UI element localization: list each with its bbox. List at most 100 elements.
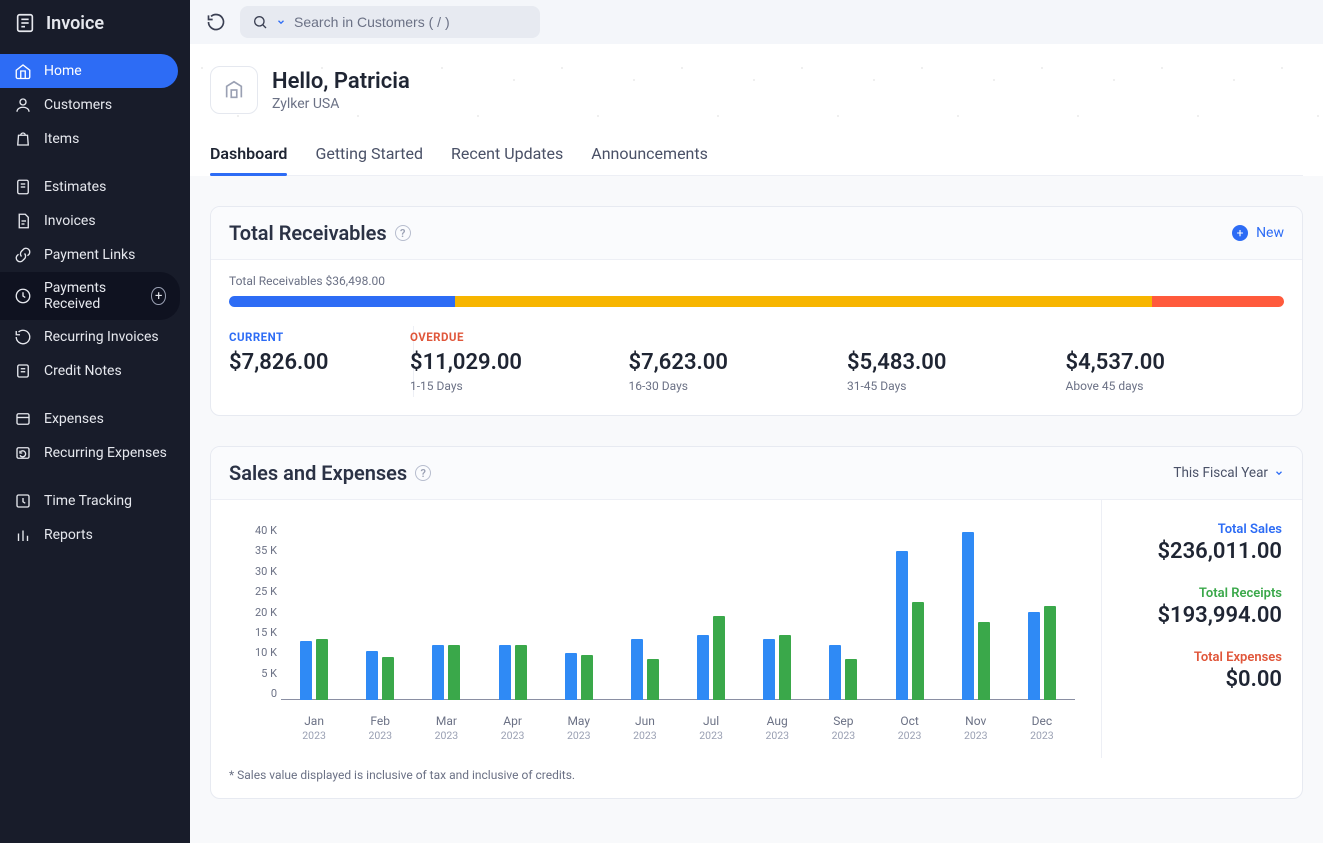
card-title: Total Receivables [229, 221, 387, 245]
x-tick: Feb2023 [347, 714, 413, 742]
help-icon[interactable]: ? [415, 465, 431, 481]
link-icon [14, 246, 32, 264]
bar-sales[interactable] [499, 645, 511, 700]
stat-value: $7,826.00 [229, 350, 409, 375]
search-box[interactable] [240, 6, 540, 38]
tab-getting-started[interactable]: Getting Started [315, 136, 423, 175]
chart-month-group [612, 524, 678, 700]
x-tick: Jan2023 [281, 714, 347, 742]
home-icon [14, 62, 32, 80]
sidebar-item-payment-links[interactable]: Payment Links [0, 238, 190, 272]
sidebar-item-reports[interactable]: Reports [0, 518, 190, 552]
tabs: Dashboard Getting Started Recent Updates… [210, 136, 1303, 176]
bar-sales[interactable] [697, 635, 709, 700]
bar-receipts[interactable] [316, 639, 328, 700]
sidebar-item-recurring-expenses[interactable]: Recurring Expenses [0, 436, 190, 470]
bar-sales[interactable] [631, 639, 643, 700]
search-icon [252, 14, 268, 30]
sidebar-item-time-tracking[interactable]: Time Tracking [0, 484, 190, 518]
stat-value: $4,537.00 [1066, 350, 1285, 375]
chart-y-axis: 40 K35 K30 K25 K20 K15 K10 K5 K0 [237, 524, 277, 700]
bar-sales[interactable] [1028, 612, 1040, 700]
bar-receipts[interactable] [515, 645, 527, 700]
stat-overdue-3: $5,483.00 31-45 Days [847, 330, 1066, 393]
stat-range: Above 45 days [1066, 379, 1285, 393]
progress-segment [455, 296, 774, 307]
sidebar-item-label: Invoices [44, 213, 96, 229]
expenses-icon [14, 410, 32, 428]
bar-receipts[interactable] [713, 616, 725, 700]
chevron-down-icon[interactable] [276, 17, 286, 27]
org-avatar[interactable] [210, 66, 258, 114]
sidebar-item-customers[interactable]: Customers [0, 88, 190, 122]
bar-sales[interactable] [432, 645, 444, 700]
brand: Invoice [0, 0, 190, 50]
x-tick: Jun2023 [612, 714, 678, 742]
stat-label [1066, 330, 1285, 344]
stat-label: CURRENT [229, 330, 409, 344]
sidebar-item-invoices[interactable]: Invoices [0, 204, 190, 238]
stat-value: $5,483.00 [847, 350, 1066, 375]
bar-sales[interactable] [962, 532, 974, 700]
sidebar-item-home[interactable]: Home [0, 54, 178, 88]
sidebar-item-expenses[interactable]: Expenses [0, 402, 190, 436]
sidebar-item-estimates[interactable]: Estimates [0, 170, 190, 204]
refresh-button[interactable] [202, 8, 230, 36]
bar-receipts[interactable] [1044, 606, 1056, 700]
bar-receipts[interactable] [581, 655, 593, 700]
tab-dashboard[interactable]: Dashboard [210, 136, 287, 175]
chart-month-group [678, 524, 744, 700]
chart-month-group [479, 524, 545, 700]
bar-sales[interactable] [300, 641, 312, 700]
bar-receipts[interactable] [647, 659, 659, 700]
bar-sales[interactable] [366, 651, 378, 700]
chart-bars [281, 524, 1075, 700]
period-select[interactable]: This Fiscal Year [1173, 465, 1284, 481]
bar-receipts[interactable] [845, 659, 857, 700]
bar-receipts[interactable] [382, 657, 394, 700]
sidebar-item-label: Time Tracking [44, 493, 132, 509]
x-tick: Oct2023 [876, 714, 942, 742]
invoice-icon [14, 212, 32, 230]
new-button[interactable]: + New [1232, 225, 1284, 241]
stat-range: 1-15 Days [410, 379, 629, 393]
search-input[interactable] [294, 14, 528, 30]
card-header: Sales and Expenses ? This Fiscal Year [211, 447, 1302, 500]
bar-receipts[interactable] [912, 602, 924, 700]
tab-announcements[interactable]: Announcements [591, 136, 708, 175]
chart-month-group [281, 524, 347, 700]
recurring-icon [14, 328, 32, 346]
receivables-subtitle: Total Receivables $36,498.00 [211, 260, 1302, 288]
x-tick: Aug2023 [744, 714, 810, 742]
estimate-icon [14, 178, 32, 196]
stat-range: 31-45 Days [847, 379, 1066, 393]
y-tick: 35 K [237, 544, 277, 557]
stat-value: $7,623.00 [629, 350, 848, 375]
sidebar: Invoice Home Customers Items Estima [0, 0, 190, 843]
tab-recent-updates[interactable]: Recent Updates [451, 136, 563, 175]
help-icon[interactable]: ? [395, 225, 411, 241]
sidebar-item-label: Credit Notes [44, 363, 122, 379]
sidebar-item-credit-notes[interactable]: Credit Notes [0, 354, 190, 388]
sidebar-item-label: Customers [44, 97, 112, 113]
chart-area: 40 K35 K30 K25 K20 K15 K10 K5 K0 Jan2023… [211, 500, 1102, 758]
bar-receipts[interactable] [978, 622, 990, 700]
sales-expenses-chart: 40 K35 K30 K25 K20 K15 K10 K5 K0 Jan2023… [237, 518, 1083, 748]
receivables-progress [229, 296, 1284, 307]
user-icon [14, 96, 32, 114]
plus-icon[interactable]: + [151, 287, 166, 305]
bar-receipts[interactable] [779, 635, 791, 700]
chart-month-group [744, 524, 810, 700]
bar-sales[interactable] [565, 653, 577, 700]
bar-sales[interactable] [763, 639, 775, 700]
bar-sales[interactable] [896, 551, 908, 700]
card-total-receivables: Total Receivables ? + New Total Receivab… [210, 206, 1303, 416]
sidebar-item-items[interactable]: Items [0, 122, 190, 156]
sidebar-item-recurring-invoices[interactable]: Recurring Invoices [0, 320, 190, 354]
sidebar-item-payments-received[interactable]: Payments Received + [0, 272, 180, 320]
sidebar-item-label: Recurring Invoices [44, 329, 159, 345]
nav-group-main: Home Customers Items [0, 50, 190, 166]
invoice-logo-icon [14, 12, 36, 34]
bar-sales[interactable] [829, 645, 841, 700]
bar-receipts[interactable] [448, 645, 460, 700]
